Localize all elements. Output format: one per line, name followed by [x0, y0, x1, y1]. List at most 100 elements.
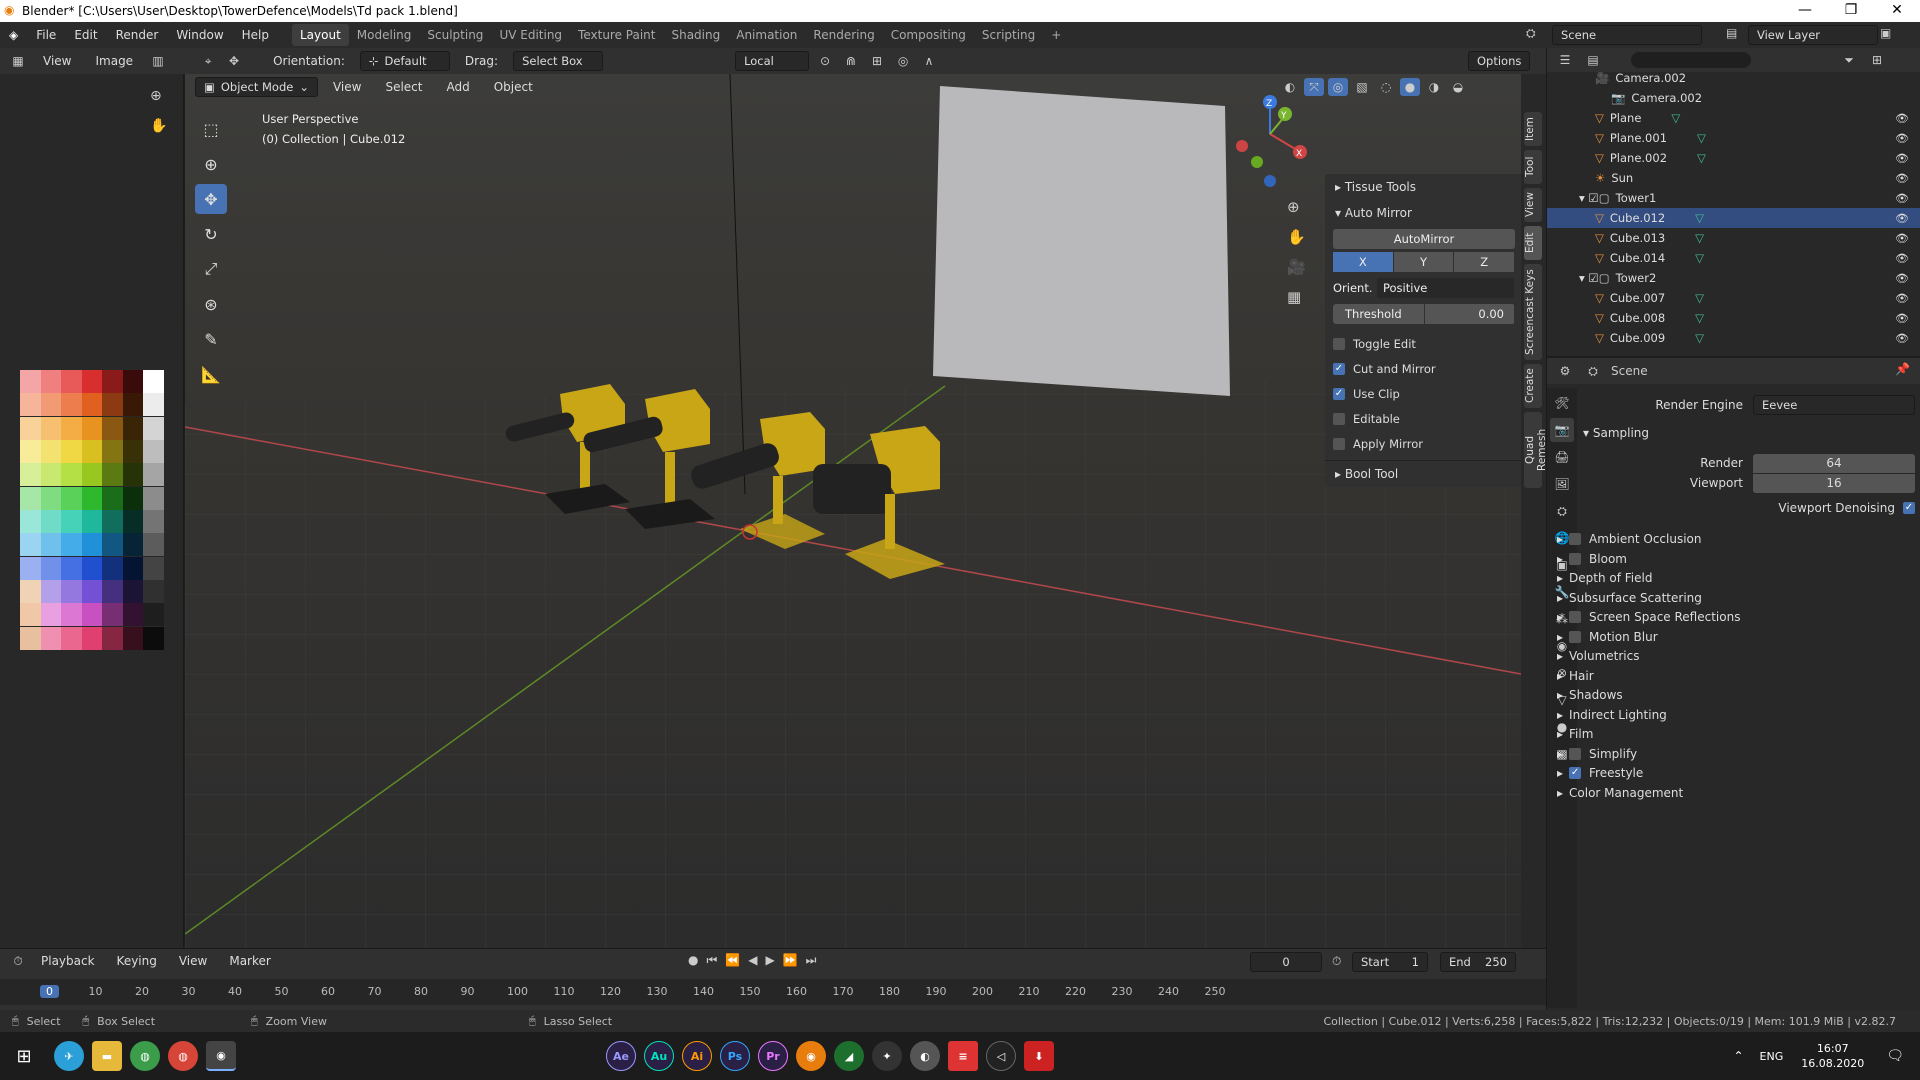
palette-swatch[interactable] — [81, 486, 103, 510]
pin-icon[interactable]: 📌 — [1895, 362, 1910, 376]
menu-window[interactable]: Window — [167, 28, 232, 42]
timeline-playback-menu[interactable]: Playback — [32, 954, 104, 968]
palette-swatch[interactable] — [143, 439, 164, 463]
zoom-view-icon[interactable]: ⊕ — [1287, 198, 1306, 216]
auto-mirror-header[interactable]: ▾ Auto Mirror — [1325, 200, 1521, 226]
end-frame-field[interactable]: End 250 — [1440, 952, 1516, 972]
record-icon[interactable]: ● — [688, 953, 698, 968]
automirror-button[interactable]: AutoMirror — [1333, 229, 1515, 249]
palette-swatch[interactable] — [102, 509, 123, 533]
tab-item[interactable]: Item — [1524, 112, 1542, 146]
visibility-eye-icon[interactable]: 👁 — [1895, 212, 1909, 225]
palette-swatch[interactable] — [40, 626, 62, 650]
snap-icon[interactable]: ⋒ — [841, 52, 861, 70]
viewport-select-menu[interactable]: Select — [376, 80, 431, 94]
section-checkbox[interactable] — [1569, 611, 1582, 623]
palette-swatch[interactable] — [122, 393, 144, 417]
visibility-eye-icon[interactable]: 👁 — [1895, 292, 1909, 305]
palette-swatch[interactable] — [40, 603, 62, 627]
palette-swatch[interactable] — [122, 579, 144, 603]
palette-swatch[interactable] — [102, 416, 123, 440]
palette-swatch[interactable] — [20, 509, 41, 533]
outliner-row[interactable]: ▽ Plane.002 ▽ 👁 — [1547, 148, 1920, 168]
add-workspace-button[interactable]: + — [1043, 24, 1069, 46]
material-shading-icon[interactable]: ◑ — [1424, 78, 1444, 96]
tab-texture-paint[interactable]: Texture Paint — [570, 24, 663, 46]
tab-animation[interactable]: Animation — [728, 24, 805, 46]
timeline-marker-menu[interactable]: Marker — [220, 954, 279, 968]
orient-dropdown[interactable]: Positive — [1377, 278, 1515, 298]
chrome-profile-icon[interactable]: ◍ — [168, 1041, 198, 1071]
palette-swatch[interactable] — [81, 416, 103, 440]
toggle-edit-checkbox[interactable]: Toggle Edit — [1333, 331, 1515, 356]
palette-swatch[interactable] — [20, 439, 41, 463]
rotate-tool-icon[interactable]: ↻ — [195, 219, 227, 249]
palette-swatch[interactable] — [143, 463, 164, 487]
tissue-tools-header[interactable]: ▸ Tissue Tools — [1325, 174, 1521, 200]
palette-swatch[interactable] — [61, 533, 82, 557]
visibility-eye-icon[interactable]: 👁 — [1895, 252, 1909, 265]
palette-swatch[interactable] — [40, 370, 62, 393]
tab-sculpting[interactable]: Sculpting — [419, 24, 491, 46]
adobe-app-icon[interactable]: Pr — [758, 1041, 788, 1071]
palette-swatch[interactable] — [143, 509, 164, 533]
section-checkbox[interactable] — [1569, 747, 1582, 760]
timeline-editor-icon[interactable]: ⏱ — [8, 952, 28, 970]
view-layer-properties-icon[interactable]: 🖼 — [1550, 472, 1574, 496]
outliner-row[interactable]: ▽ Plane ▽ 👁 — [1547, 108, 1920, 128]
xray-icon[interactable]: ▧ — [1352, 78, 1372, 96]
current-frame-field[interactable]: 0 — [1250, 952, 1322, 972]
palette-swatch[interactable] — [61, 439, 82, 463]
pan-view-icon[interactable]: ✋ — [1287, 228, 1306, 246]
palette-swatch[interactable] — [102, 603, 123, 627]
tab-rendering[interactable]: Rendering — [805, 24, 882, 46]
visibility-eye-icon[interactable]: 👁 — [1895, 172, 1909, 185]
palette-swatch[interactable] — [81, 370, 103, 393]
outliner-row[interactable]: ▽ Plane.001 ▽ 👁 — [1547, 128, 1920, 148]
tab-compositing[interactable]: Compositing — [883, 24, 974, 46]
chrome-icon[interactable]: ◍ — [130, 1041, 160, 1071]
editor-type-icon[interactable]: ▦ — [8, 52, 28, 70]
collection-toggle-icon[interactable]: ▾ ☑ — [1579, 271, 1599, 285]
palette-swatch[interactable] — [122, 486, 144, 510]
section-checkbox[interactable] — [1569, 630, 1582, 643]
blender-taskbar-icon[interactable]: ◉ — [206, 1041, 236, 1071]
properties-editor-icon[interactable]: ⚙ — [1555, 362, 1575, 380]
palette-swatch[interactable] — [40, 393, 62, 417]
palette-swatch[interactable] — [61, 556, 82, 580]
palette-swatch[interactable] — [81, 393, 103, 417]
palette-swatch[interactable] — [40, 416, 62, 440]
palette-swatch[interactable] — [122, 533, 144, 557]
viewport-denoising-row[interactable]: Viewport Denoising ✓ — [1583, 497, 1915, 519]
render-section-header[interactable]: ▸ Color Management — [1557, 782, 1889, 804]
palette-swatch[interactable] — [143, 603, 164, 627]
prev-keyframe-icon[interactable]: ⏪ — [725, 953, 740, 968]
view-layer-field[interactable]: View Layer — [1748, 25, 1878, 45]
palette-swatch[interactable] — [40, 439, 62, 463]
render-properties-icon[interactable]: 📷 — [1550, 418, 1574, 442]
palette-swatch[interactable] — [40, 463, 62, 487]
section-checkbox[interactable] — [1569, 533, 1582, 545]
filter-icon[interactable]: ⏷ — [1839, 51, 1859, 69]
palette-swatch[interactable] — [20, 579, 41, 603]
substance-painter-icon[interactable]: ◢ — [834, 1041, 864, 1071]
drag-dropdown[interactable]: Select Box — [513, 51, 604, 71]
jump-start-icon[interactable]: ⏮ — [706, 953, 717, 968]
use-clip-checkbox[interactable]: ✓ Use Clip — [1333, 381, 1515, 406]
blender-menu-icon[interactable]: ◈ — [0, 28, 27, 42]
tab-uv-editing[interactable]: UV Editing — [491, 24, 570, 46]
todoist-icon[interactable]: ≡ — [948, 1041, 978, 1071]
palette-swatch[interactable] — [81, 509, 103, 533]
obs-icon[interactable]: ◐ — [910, 1041, 940, 1071]
render-samples-field[interactable]: 64 — [1753, 453, 1915, 473]
tray-chevron-icon[interactable]: ⌃ — [1733, 1049, 1743, 1063]
palette-swatch[interactable] — [122, 416, 144, 440]
tab-screencast-keys[interactable]: Screencast Keys — [1524, 264, 1542, 360]
palette-swatch[interactable] — [61, 509, 82, 533]
rendered-shading-icon[interactable]: ◒ — [1448, 78, 1468, 96]
palette-swatch[interactable] — [20, 486, 41, 510]
palette-swatch[interactable] — [122, 439, 144, 463]
image-browse-icon[interactable]: ▥ — [148, 52, 168, 70]
new-collection-icon[interactable]: ⊞ — [1867, 51, 1887, 69]
timeline-ruler[interactable]: 0 10 20 30 40 50 60 70 80 90 100 110 120 130 140 150 160… — [0, 979, 1546, 1005]
